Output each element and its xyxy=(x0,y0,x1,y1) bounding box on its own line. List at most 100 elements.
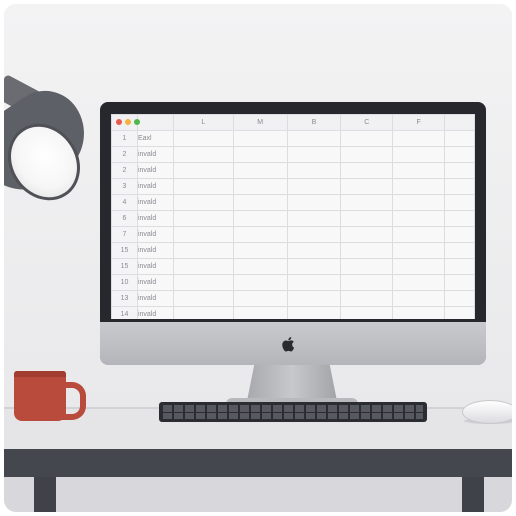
empty-cell[interactable] xyxy=(444,242,475,259)
cell-value[interactable]: invald xyxy=(136,258,174,275)
empty-cell[interactable] xyxy=(172,194,234,211)
empty-cell[interactable] xyxy=(444,210,475,227)
empty-cell[interactable] xyxy=(172,290,234,307)
empty-cell[interactable] xyxy=(286,210,342,227)
cell-value[interactable]: invald xyxy=(136,242,174,259)
empty-cell[interactable] xyxy=(392,226,446,243)
row-number[interactable]: 10 xyxy=(111,274,138,291)
zoom-button[interactable] xyxy=(134,119,140,125)
row-number[interactable]: 4 xyxy=(111,194,138,211)
empty-cell[interactable] xyxy=(444,306,475,319)
empty-cell[interactable] xyxy=(232,146,288,163)
empty-cell[interactable] xyxy=(172,274,234,291)
row-number[interactable]: 2 xyxy=(111,162,138,179)
empty-cell[interactable] xyxy=(172,210,234,227)
empty-cell[interactable] xyxy=(392,162,446,179)
row-number[interactable]: 14 xyxy=(111,306,138,319)
cell-value[interactable]: invald xyxy=(136,274,174,291)
empty-cell[interactable] xyxy=(392,306,446,319)
empty-cell[interactable] xyxy=(444,258,475,275)
cell-value[interactable]: invald xyxy=(136,162,174,179)
empty-cell[interactable] xyxy=(232,274,288,291)
empty-cell[interactable] xyxy=(172,162,234,179)
empty-cell[interactable] xyxy=(340,146,394,163)
empty-cell[interactable] xyxy=(340,194,394,211)
empty-cell[interactable] xyxy=(392,290,446,307)
empty-cell[interactable] xyxy=(286,130,342,147)
empty-cell[interactable] xyxy=(232,130,288,147)
empty-cell[interactable] xyxy=(232,306,288,319)
empty-cell[interactable] xyxy=(286,178,342,195)
empty-cell[interactable] xyxy=(444,274,475,291)
empty-cell[interactable] xyxy=(340,162,394,179)
cell-value[interactable]: Eaxl xyxy=(136,130,174,147)
empty-cell[interactable] xyxy=(286,290,342,307)
empty-cell[interactable] xyxy=(232,194,288,211)
empty-cell[interactable] xyxy=(392,146,446,163)
empty-cell[interactable] xyxy=(172,178,234,195)
empty-cell[interactable] xyxy=(392,274,446,291)
close-button[interactable] xyxy=(116,119,122,125)
empty-cell[interactable] xyxy=(232,242,288,259)
empty-cell[interactable] xyxy=(286,242,342,259)
empty-cell[interactable] xyxy=(340,258,394,275)
empty-cell[interactable] xyxy=(340,210,394,227)
cell-value[interactable]: invald xyxy=(136,194,174,211)
empty-cell[interactable] xyxy=(232,226,288,243)
empty-cell[interactable] xyxy=(172,258,234,275)
row-number[interactable]: 6 xyxy=(111,210,138,227)
cell-value[interactable]: invald xyxy=(136,210,174,227)
empty-cell[interactable] xyxy=(286,226,342,243)
row-number[interactable]: 3 xyxy=(111,178,138,195)
empty-cell[interactable] xyxy=(340,226,394,243)
empty-cell[interactable] xyxy=(340,242,394,259)
empty-cell[interactable] xyxy=(340,306,394,319)
cell-value[interactable]: invald xyxy=(136,146,174,163)
row-number[interactable]: 15 xyxy=(111,258,138,275)
empty-cell[interactable] xyxy=(340,290,394,307)
empty-cell[interactable] xyxy=(286,306,342,319)
empty-cell[interactable] xyxy=(232,210,288,227)
empty-cell[interactable] xyxy=(232,290,288,307)
row-number[interactable]: 7 xyxy=(111,226,138,243)
empty-cell[interactable] xyxy=(444,178,475,195)
empty-cell[interactable] xyxy=(232,162,288,179)
empty-cell[interactable] xyxy=(340,274,394,291)
empty-cell[interactable] xyxy=(444,194,475,211)
row-number[interactable]: 13 xyxy=(111,290,138,307)
empty-cell[interactable] xyxy=(232,178,288,195)
empty-cell[interactable] xyxy=(392,210,446,227)
cell-value[interactable]: invald xyxy=(136,290,174,307)
empty-cell[interactable] xyxy=(392,242,446,259)
empty-cell[interactable] xyxy=(172,130,234,147)
row-number[interactable]: 2 xyxy=(111,146,138,163)
empty-cell[interactable] xyxy=(340,178,394,195)
empty-cell[interactable] xyxy=(286,162,342,179)
row-number[interactable]: 15 xyxy=(111,242,138,259)
minimize-button[interactable] xyxy=(125,119,131,125)
cell-value[interactable]: invald xyxy=(136,226,174,243)
empty-cell[interactable] xyxy=(172,226,234,243)
empty-cell[interactable] xyxy=(392,178,446,195)
empty-cell[interactable] xyxy=(172,146,234,163)
cell-value[interactable]: invald xyxy=(136,306,174,319)
desk-underside xyxy=(4,477,512,512)
empty-cell[interactable] xyxy=(286,274,342,291)
empty-cell[interactable] xyxy=(172,242,234,259)
empty-cell[interactable] xyxy=(444,226,475,243)
empty-cell[interactable] xyxy=(286,146,342,163)
empty-cell[interactable] xyxy=(232,258,288,275)
empty-cell[interactable] xyxy=(392,194,446,211)
empty-cell[interactable] xyxy=(286,194,342,211)
empty-cell[interactable] xyxy=(340,130,394,147)
empty-cell[interactable] xyxy=(392,258,446,275)
empty-cell[interactable] xyxy=(392,130,446,147)
empty-cell[interactable] xyxy=(444,130,475,147)
empty-cell[interactable] xyxy=(444,162,475,179)
row-number[interactable]: 1 xyxy=(111,130,138,147)
cell-value[interactable]: invald xyxy=(136,178,174,195)
empty-cell[interactable] xyxy=(286,258,342,275)
empty-cell[interactable] xyxy=(444,290,475,307)
empty-cell[interactable] xyxy=(444,146,475,163)
empty-cell[interactable] xyxy=(172,306,234,319)
